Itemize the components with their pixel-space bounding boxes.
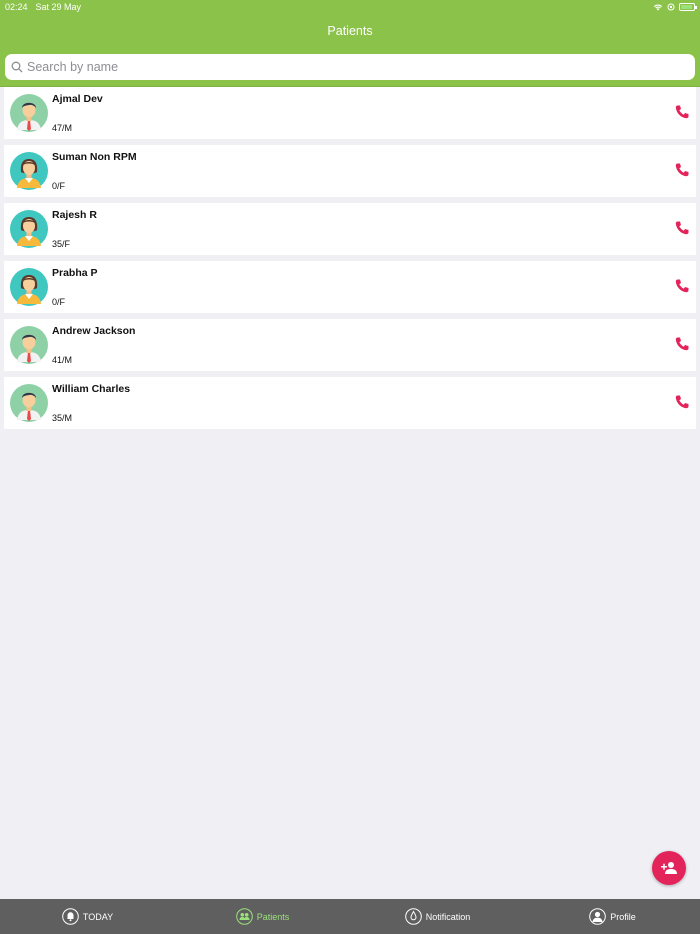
tab-label: TODAY [82, 911, 114, 922]
tab-label: Patients [256, 911, 290, 922]
wifi-icon [653, 4, 663, 11]
add-person-icon [661, 862, 677, 874]
orientation-lock-icon [667, 3, 675, 11]
status-date: Sat 29 May [35, 2, 82, 12]
avatar [10, 384, 48, 422]
add-patient-button[interactable] [652, 851, 686, 885]
avatar [10, 268, 48, 306]
tab-bar: TODAY Patients Notification Profile [0, 899, 700, 934]
patient-name: William Charles [52, 383, 131, 395]
tab-notification[interactable]: Notification [350, 899, 525, 934]
phone-icon[interactable] [674, 162, 690, 178]
patient-row[interactable]: Ajmal Dev 47/M [4, 87, 696, 139]
patient-row[interactable]: Suman Non RPM 0/F [4, 145, 696, 197]
patient-age-gender: 47/M [52, 123, 73, 133]
patient-age-gender: 0/F [52, 297, 66, 307]
patient-name: Rajesh R [52, 209, 97, 221]
drop-icon [404, 908, 422, 925]
tab-label: Profile [610, 911, 636, 922]
patient-age-gender: 35/F [52, 239, 71, 249]
status-icons [653, 3, 697, 11]
page-title: Patients [327, 24, 373, 38]
tab-label: Notification [425, 911, 471, 922]
tab-patients[interactable]: Patients [175, 899, 350, 934]
users-icon [235, 908, 253, 925]
patient-info: William Charles 35/M [52, 383, 130, 423]
patient-info: Suman Non RPM 0/F [52, 151, 137, 191]
nav-bar: Patients [0, 14, 700, 48]
patient-age-gender: 0/F [52, 181, 66, 191]
patient-info: Andrew Jackson 41/M [52, 325, 135, 365]
search-input[interactable] [27, 60, 695, 74]
status-bar: 02:24 Sat 29 May [0, 0, 700, 14]
search-icon [11, 61, 23, 73]
status-time: 02:24 [5, 2, 28, 12]
patient-info: Prabha P 0/F [52, 267, 98, 307]
phone-icon[interactable] [674, 278, 690, 294]
bell-icon [62, 908, 79, 925]
patient-list: Ajmal Dev 47/M Suman Non RPM 0/F Rajesh R 35/… [4, 87, 696, 435]
patient-name: Suman Non RPM [52, 151, 137, 163]
patient-age-gender: 35/M [52, 413, 73, 423]
tab-profile[interactable]: Profile [525, 899, 700, 934]
search-box[interactable] [5, 54, 695, 80]
patient-name: Ajmal Dev [52, 93, 103, 105]
battery-icon [679, 3, 697, 11]
search-bar [0, 48, 700, 87]
tab-today[interactable]: TODAY [0, 899, 175, 934]
patient-name: Prabha P [52, 267, 98, 279]
person-icon [589, 908, 607, 925]
avatar [10, 94, 48, 132]
patient-info: Ajmal Dev 47/M [52, 93, 103, 133]
phone-icon[interactable] [674, 220, 690, 236]
avatar [10, 210, 48, 248]
patient-info: Rajesh R 35/F [52, 209, 97, 249]
patient-row[interactable]: Rajesh R 35/F [4, 203, 696, 255]
phone-icon[interactable] [674, 336, 690, 352]
patient-row[interactable]: Andrew Jackson 41/M [4, 319, 696, 371]
phone-icon[interactable] [674, 104, 690, 120]
patient-row[interactable]: Prabha P 0/F [4, 261, 696, 313]
patient-name: Andrew Jackson [52, 325, 136, 337]
patient-age-gender: 41/M [52, 355, 73, 365]
phone-icon[interactable] [674, 394, 690, 410]
patient-row[interactable]: William Charles 35/M [4, 377, 696, 429]
avatar [10, 326, 48, 364]
avatar [10, 152, 48, 190]
